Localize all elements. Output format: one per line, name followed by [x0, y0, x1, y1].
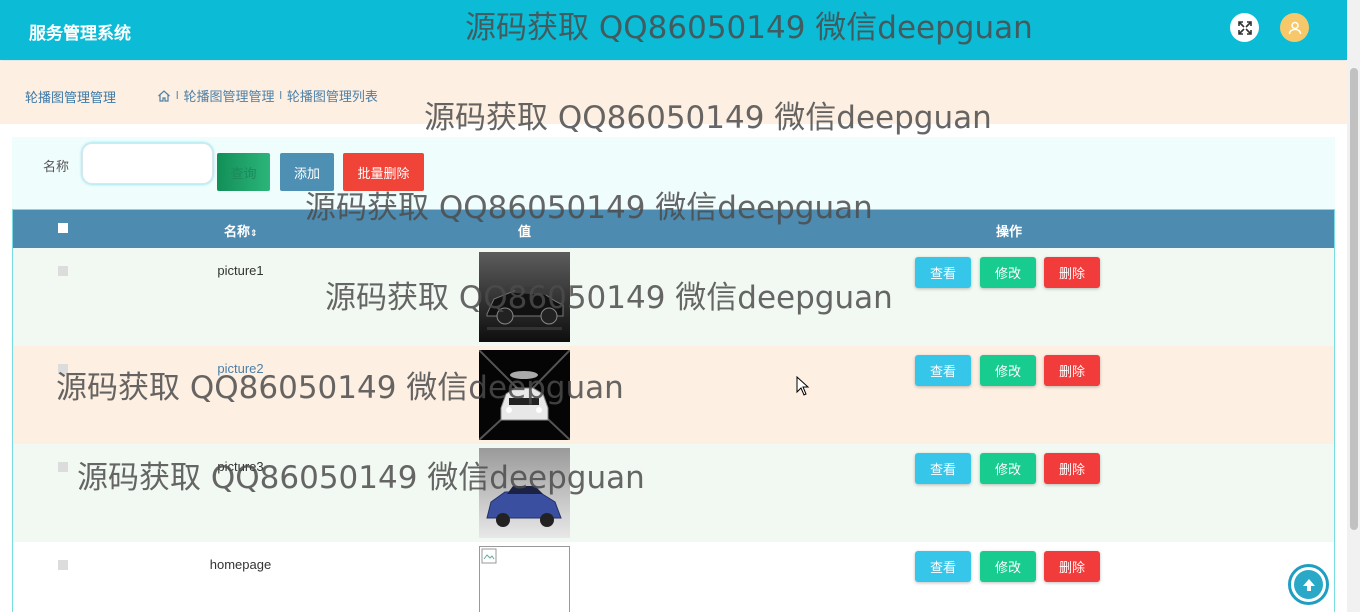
edit-button[interactable]: 修改 [980, 257, 1036, 288]
breadcrumb-separator: l [279, 89, 282, 102]
delete-button[interactable]: 删除 [1044, 257, 1100, 288]
table-row: picture3 查看 修改 删除 [13, 444, 1334, 542]
row-name: picture3 [217, 459, 264, 474]
batch-delete-button[interactable]: 批量删除 [343, 153, 424, 191]
edit-button[interactable]: 修改 [980, 551, 1036, 582]
row-name: picture1 [217, 263, 264, 278]
row-checkbox[interactable] [58, 266, 68, 276]
search-panel: 名称 查询 添加 批量删除 [12, 137, 1335, 209]
car-image-icon [479, 448, 570, 538]
section-title: 轮播图管理管理 [25, 90, 117, 105]
broken-image-icon [481, 548, 497, 564]
page-scrollbar[interactable] [1347, 0, 1360, 612]
top-bar: 服务管理系统 [0, 0, 1347, 60]
sort-icon: ⇕ [250, 228, 258, 238]
actions-column-header: 操作 [996, 224, 1023, 239]
arrow-up-icon [1294, 570, 1323, 599]
home-icon[interactable] [157, 89, 171, 103]
table-row: homepage 查看 修改 删除 [13, 542, 1334, 612]
breadcrumb-item[interactable]: 轮播图管理管理 [183, 86, 274, 105]
user-icon [1288, 21, 1301, 34]
edit-button[interactable]: 修改 [980, 355, 1036, 386]
delete-button[interactable]: 删除 [1044, 355, 1100, 386]
table-header: 名称⇕ 值 操作 [13, 210, 1334, 248]
row-name: picture2 [217, 361, 264, 376]
user-avatar-button[interactable] [1280, 13, 1309, 42]
data-table: 名称⇕ 值 操作 picture1 查看 修改 删除 picture2 查看 修… [12, 209, 1335, 612]
view-button[interactable]: 查看 [915, 257, 971, 288]
mouse-cursor-icon [796, 376, 810, 396]
row-checkbox[interactable] [58, 364, 68, 374]
expand-icon [1237, 20, 1252, 35]
row-image [479, 252, 570, 342]
select-all-checkbox[interactable] [58, 223, 68, 233]
add-button[interactable]: 添加 [280, 153, 334, 191]
row-name: homepage [209, 557, 272, 572]
name-search-input[interactable] [82, 143, 213, 184]
row-image [479, 350, 570, 440]
scrollbar-thumb[interactable] [1350, 68, 1358, 530]
query-button[interactable]: 查询 [217, 153, 270, 191]
row-image [479, 448, 570, 538]
breadcrumb-bar: 轮播图管理管理 l 轮播图管理管理 l 轮播图管理列表 [0, 61, 1347, 124]
delete-button[interactable]: 删除 [1044, 551, 1100, 582]
name-column-header[interactable]: 名称⇕ [224, 221, 258, 240]
view-button[interactable]: 查看 [915, 453, 971, 484]
edit-button[interactable]: 修改 [980, 453, 1036, 484]
view-button[interactable]: 查看 [915, 355, 971, 386]
app-title: 服务管理系统 [29, 24, 131, 43]
row-checkbox[interactable] [58, 462, 68, 472]
fullscreen-button[interactable] [1230, 13, 1259, 42]
car-image-icon [479, 252, 570, 342]
breadcrumb-item: 轮播图管理列表 [286, 89, 378, 104]
row-image [479, 546, 570, 612]
breadcrumb-separator: l [176, 89, 179, 102]
car-image-icon [479, 350, 570, 440]
delete-button[interactable]: 删除 [1044, 453, 1100, 484]
name-label: 名称 [43, 159, 70, 174]
view-button[interactable]: 查看 [915, 551, 971, 582]
name-column-label: 名称 [224, 224, 251, 239]
table-row: picture2 查看 修改 删除 [13, 346, 1334, 444]
table-row: picture1 查看 修改 删除 [13, 248, 1334, 346]
scroll-to-top-button[interactable] [1288, 564, 1329, 605]
breadcrumb: l 轮播图管理管理 l 轮播图管理列表 [157, 86, 378, 105]
row-checkbox[interactable] [58, 560, 68, 570]
value-column-header: 值 [518, 224, 532, 239]
